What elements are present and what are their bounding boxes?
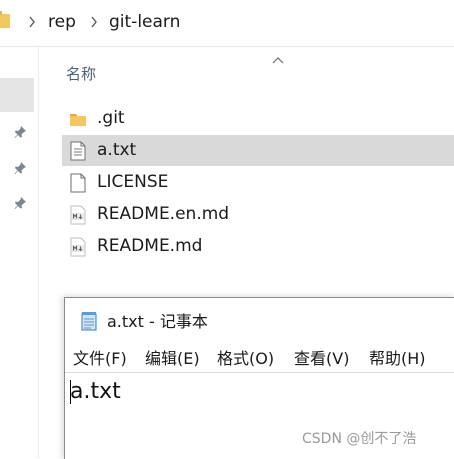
pin-icon[interactable] bbox=[12, 195, 28, 211]
menu-bar: 文件(F) 编辑(E) 格式(O) 查看(V) 帮助(H) bbox=[65, 346, 454, 373]
folder-icon bbox=[69, 109, 87, 129]
file-row-readme[interactable]: README.md bbox=[62, 231, 454, 262]
column-header-name[interactable]: 名称 bbox=[66, 64, 96, 84]
file-name: README.en.md bbox=[97, 204, 230, 224]
file-name: a.txt bbox=[97, 140, 137, 160]
breadcrumb-item-rep[interactable]: rep bbox=[48, 11, 76, 33]
editor-content[interactable]: a.txt bbox=[70, 377, 121, 407]
markdown-file-icon bbox=[69, 205, 87, 225]
nav-selected-item[interactable] bbox=[0, 78, 34, 112]
menu-format[interactable]: 格式(O) bbox=[217, 348, 274, 370]
notepad-titlebar[interactable]: a.txt - 记事本 bbox=[65, 298, 454, 338]
breadcrumb-item-git-learn[interactable]: git-learn bbox=[109, 11, 180, 33]
sort-ascending-icon[interactable] bbox=[271, 50, 285, 64]
blank-file-icon bbox=[69, 173, 87, 193]
markdown-file-icon bbox=[69, 237, 87, 257]
file-name: .git bbox=[97, 108, 125, 128]
watermark: CSDN @创不了浩 bbox=[302, 431, 417, 447]
file-row-license[interactable]: LICENSE bbox=[62, 167, 454, 198]
window-title: a.txt - 记事本 bbox=[107, 312, 208, 331]
menu-edit[interactable]: 编辑(E) bbox=[145, 348, 200, 370]
menu-file[interactable]: 文件(F) bbox=[73, 348, 127, 370]
file-row-git[interactable]: .git bbox=[62, 103, 454, 134]
text-file-icon bbox=[69, 141, 87, 161]
address-bar[interactable]: rep git-learn bbox=[0, 0, 454, 47]
pin-icon[interactable] bbox=[12, 124, 28, 140]
text-caret bbox=[70, 380, 71, 404]
notepad-icon bbox=[79, 311, 99, 331]
menu-view[interactable]: 查看(V) bbox=[294, 348, 349, 370]
file-row-readme-en[interactable]: README.en.md bbox=[62, 199, 454, 230]
file-name: README.md bbox=[97, 236, 203, 256]
menu-help[interactable]: 帮助(H) bbox=[369, 348, 426, 370]
file-name: LICENSE bbox=[97, 172, 169, 192]
file-row-a-txt[interactable]: a.txt bbox=[62, 135, 454, 166]
folder-icon bbox=[0, 11, 10, 28]
chevron-right-icon[interactable] bbox=[27, 13, 37, 31]
chevron-right-icon[interactable] bbox=[89, 13, 99, 31]
pin-icon[interactable] bbox=[12, 160, 28, 176]
navigation-pane[interactable] bbox=[0, 47, 39, 458]
